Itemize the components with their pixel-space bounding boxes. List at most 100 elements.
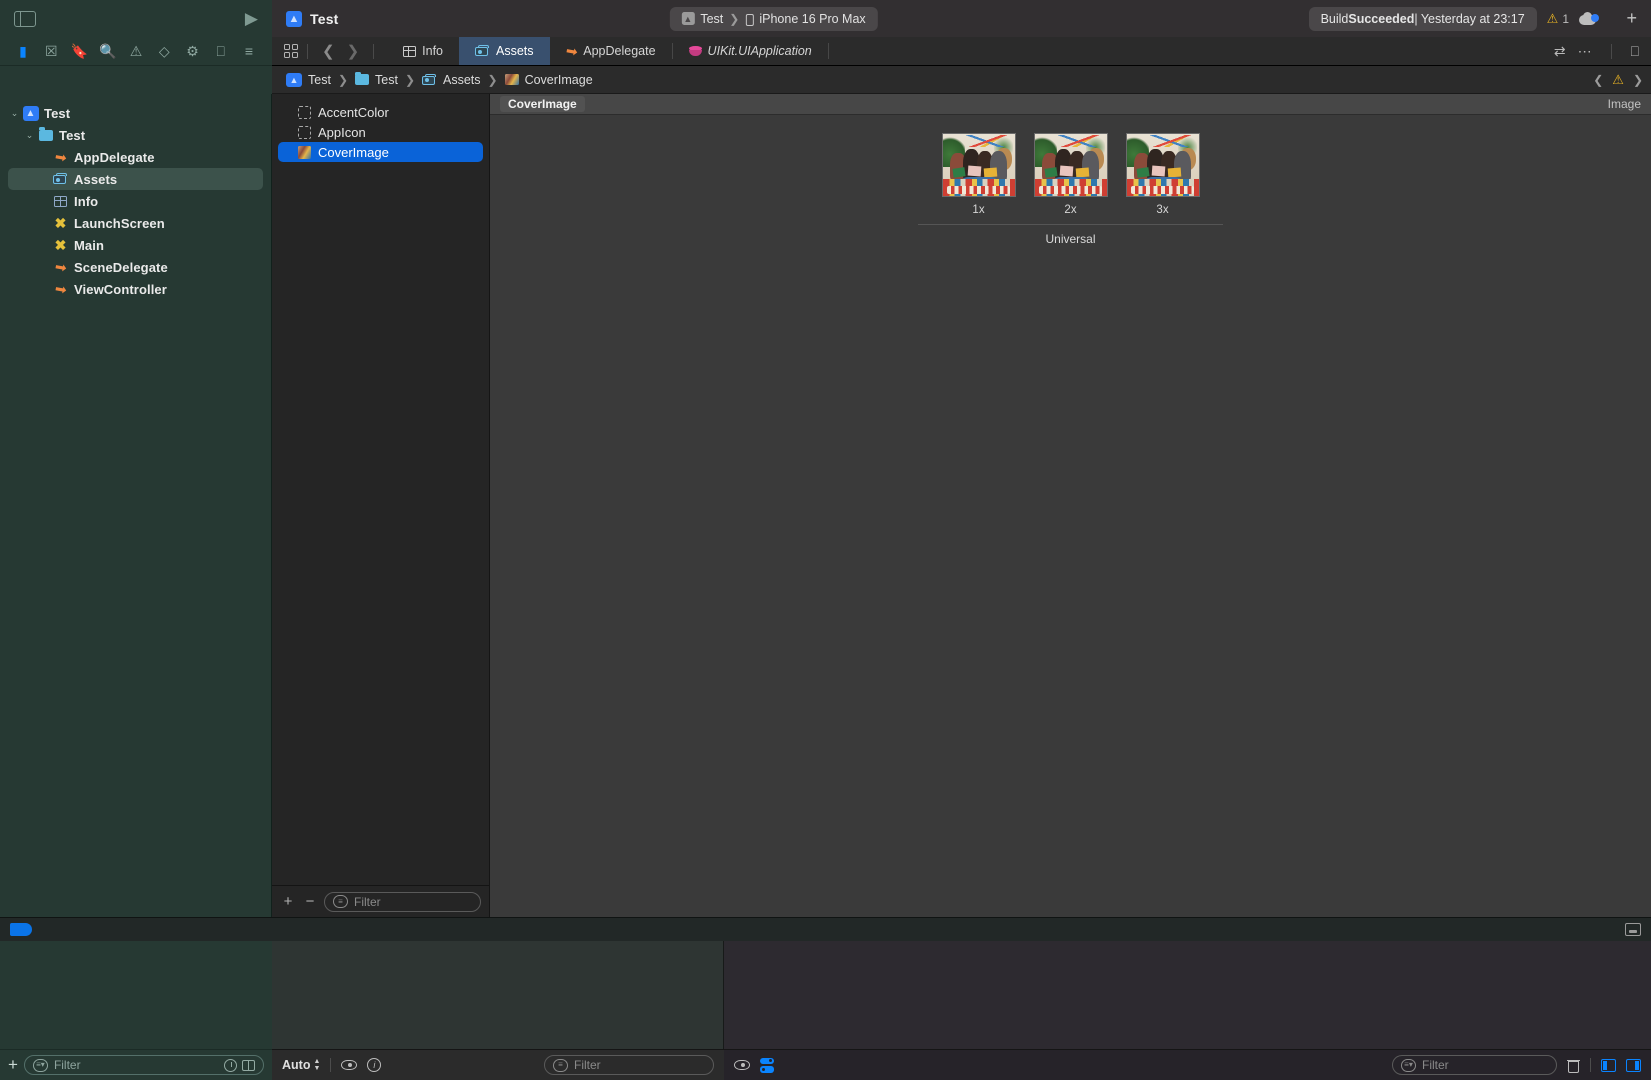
scheme-destination-control[interactable]: ▲ Test ❯ iPhone 16 Pro Max: [669, 6, 878, 31]
breadcrumb-item-project[interactable]: ▲ Test: [286, 72, 331, 87]
breadcrumb-item-assets[interactable]: Assets: [422, 73, 481, 87]
more-options-icon[interactable]: ⋯: [1578, 43, 1592, 60]
console-panel-icon[interactable]: [1625, 923, 1641, 936]
chevron-left-icon[interactable]: ❮: [317, 42, 340, 60]
tree-item-appdelegate[interactable]: ➡ AppDelegate: [0, 146, 271, 168]
info-icon[interactable]: i: [367, 1058, 382, 1072]
destination-label: iPhone 16 Pro Max: [759, 11, 866, 26]
navigator-selector-bar: ▮ ☒ 🔖 🔍 ⚠ ◇ ⚙ ⎕ ≡: [0, 37, 272, 66]
tab-appdelegate[interactable]: ➡ AppDelegate: [550, 37, 672, 65]
image-set-icon: [298, 145, 311, 159]
bottom-status-bar: + ≡▾ Filter Auto ▲ ▼ i ≡ Filter ≡▾ Filte…: [0, 1049, 1651, 1080]
asset-item-appicon[interactable]: AppIcon: [278, 122, 483, 142]
tree-item-main[interactable]: ✖ Main: [0, 234, 271, 256]
variables-filter-input[interactable]: ≡ Filter: [544, 1055, 714, 1075]
asset-name-chip[interactable]: CoverImage: [500, 96, 585, 112]
navigator-icon-source-control[interactable]: ☒: [38, 44, 64, 58]
tree-item-scenedelegate[interactable]: ➡ SceneDelegate: [0, 256, 271, 278]
console-view[interactable]: [724, 941, 1651, 1049]
breadcrumb-item-coverimage[interactable]: CoverImage: [504, 73, 593, 87]
tree-item-info[interactable]: Info: [0, 190, 271, 212]
tabbar-spacer: [829, 37, 1554, 65]
add-editor-icon[interactable]: ⎕: [1631, 43, 1639, 60]
build-status-time: | Yesterday at 23:17: [1414, 11, 1525, 26]
build-status-pill[interactable]: Build Succeeded | Yesterday at 23:17: [1308, 6, 1537, 31]
run-button[interactable]: ▶: [245, 10, 258, 27]
breadcrumb-separator: ❯: [404, 72, 415, 87]
split-icon[interactable]: [242, 1059, 255, 1071]
recent-icon[interactable]: [224, 1058, 237, 1072]
asset-filter-input[interactable]: ≡ Filter: [324, 891, 481, 912]
warning-indicator[interactable]: ⚠ 1: [1547, 11, 1569, 27]
remove-asset-button[interactable]: −: [302, 894, 318, 909]
navigator-icon-tests[interactable]: ◇: [151, 44, 177, 58]
scheme-icon: ▲: [681, 12, 695, 25]
navigator-icon-reports[interactable]: ≡: [236, 44, 262, 58]
breadcrumb-item-group[interactable]: Test: [355, 71, 398, 87]
tree-item-assets[interactable]: Assets: [8, 168, 263, 190]
tree-item-viewcontroller[interactable]: ➡ ViewController: [0, 278, 271, 300]
stepper-icon[interactable]: ▲ ▼: [313, 1058, 320, 1072]
console-eye-icon[interactable]: [734, 1060, 750, 1070]
cloud-icon[interactable]: [1579, 11, 1599, 26]
split-console-icon[interactable]: [760, 1057, 774, 1073]
swap-editors-icon[interactable]: ⇄: [1554, 43, 1566, 60]
sidebar-toggle-icon[interactable]: [14, 10, 36, 27]
navigator-icon-folder[interactable]: ▮: [10, 44, 36, 58]
tab-label: UIKit.UIApplication: [707, 44, 812, 58]
disclosure-triangle-icon[interactable]: ⌄: [8, 108, 21, 119]
filter-extras: [224, 1058, 255, 1072]
add-file-button[interactable]: +: [8, 1055, 18, 1075]
build-status-result: Succeeded: [1348, 11, 1415, 26]
project-icon: ▲: [21, 105, 40, 121]
blue-tag-icon[interactable]: [10, 923, 32, 936]
image-slot-2x[interactable]: 2x: [1033, 133, 1108, 216]
image-slot-3x[interactable]: 3x: [1125, 133, 1200, 216]
tab-info[interactable]: Info: [387, 37, 459, 65]
navigator-icon-bookmarks[interactable]: 🔖: [67, 44, 93, 58]
tree-item-project[interactable]: ⌄ ▲ Test: [0, 102, 271, 124]
tab-uikit-uiapplication[interactable]: UIKit.UIApplication: [673, 37, 828, 65]
right-panel-toggle-icon[interactable]: [1626, 1058, 1641, 1072]
chevron-left-icon[interactable]: ❮: [1593, 73, 1603, 87]
scope-selector[interactable]: Auto ▲ ▼: [282, 1058, 320, 1072]
left-panel-toggle-icon[interactable]: [1601, 1058, 1616, 1072]
image-slot-thumbnail[interactable]: [941, 133, 1016, 197]
asset-editor-canvas[interactable]: 1x 2x 3x Universal: [490, 115, 1651, 917]
warning-triangle-icon[interactable]: ⚠: [1612, 72, 1624, 88]
asset-item-label: CoverImage: [318, 144, 389, 160]
asset-item-accentcolor[interactable]: AccentColor: [278, 102, 483, 122]
variables-view[interactable]: [272, 941, 724, 1049]
add-button[interactable]: +: [1626, 8, 1637, 29]
tree-item-launchscreen[interactable]: ✖ LaunchScreen: [0, 212, 271, 234]
navigator-filter-input[interactable]: ≡▾ Filter: [23, 1055, 264, 1075]
app-icon-set-icon: [298, 125, 311, 139]
debug-navigator-gap: [0, 941, 272, 1049]
uikit-framework-icon: [688, 45, 702, 57]
image-slot-1x[interactable]: 1x: [941, 133, 1016, 216]
navigator-icon-issues[interactable]: ⚠: [123, 44, 149, 58]
chevron-right-icon[interactable]: ❯: [1633, 73, 1643, 87]
storyboard-icon: ✖: [54, 215, 67, 231]
asset-item-coverimage[interactable]: CoverImage: [278, 142, 483, 162]
tab-assets[interactable]: Assets: [459, 37, 550, 65]
eye-icon[interactable]: [341, 1060, 358, 1070]
image-slot-caption: 1x: [972, 204, 985, 216]
editor-tab-bar: ❮ ❯ Info Assets ➡ AppDelegate UIKit.UIAp…: [272, 37, 1651, 66]
navigator-icon-search[interactable]: 🔍: [95, 44, 121, 58]
plist-file-icon: [51, 195, 70, 207]
secondary-toolbar-row: ▮ ☒ 🔖 🔍 ⚠ ◇ ⚙ ⎕ ≡ ❮ ❯ Info Assets ➡ AppD…: [0, 37, 1651, 66]
image-slot-thumbnail[interactable]: [1033, 133, 1108, 197]
navigator-icon-debug[interactable]: ⚙: [180, 44, 206, 58]
grid-icon[interactable]: [284, 44, 298, 58]
scope-label: Auto: [282, 1058, 311, 1072]
console-filter-input[interactable]: ≡▾ Filter: [1392, 1055, 1557, 1075]
add-asset-button[interactable]: +: [280, 894, 296, 909]
navigator-icon-breakpoints[interactable]: ⎕: [208, 44, 234, 58]
trash-icon[interactable]: [1567, 1058, 1580, 1073]
tree-item-group-test[interactable]: ⌄ Test: [0, 124, 271, 146]
image-slot-thumbnail[interactable]: [1125, 133, 1200, 197]
chevron-right-icon[interactable]: ❯: [342, 42, 365, 60]
divider: [330, 1058, 332, 1072]
disclosure-triangle-icon[interactable]: ⌄: [23, 130, 36, 141]
